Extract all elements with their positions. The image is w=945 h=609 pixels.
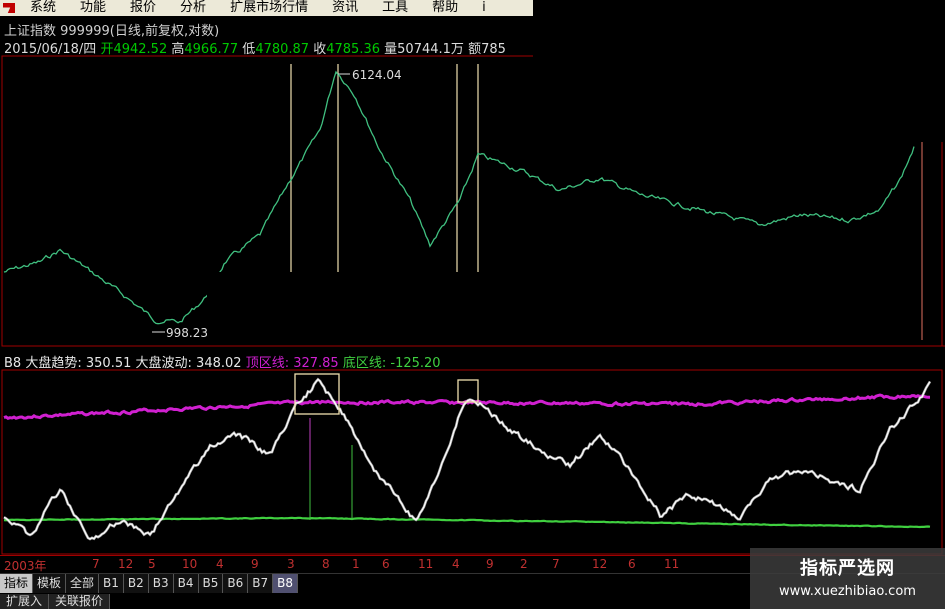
top-line-label: 顶区线:: [245, 356, 290, 371]
tab-B8[interactable]: B8: [273, 574, 299, 593]
date-tick-label: 12: [118, 557, 134, 571]
date-tick-label: 6: [628, 557, 636, 571]
tab-B5[interactable]: B5: [198, 574, 224, 593]
watermark-name: 指标严选网: [800, 558, 895, 579]
wave-label: 大盘波动:: [135, 356, 192, 371]
date-tick-label: 11: [418, 557, 434, 571]
tab-全部[interactable]: 全部: [66, 574, 100, 593]
tab-B3[interactable]: B3: [148, 574, 174, 593]
watermark-url: www.xuezhibiao.com: [779, 584, 916, 599]
tab-指标[interactable]: 指标: [0, 574, 34, 593]
bottom-tab-0[interactable]: 扩展入: [0, 594, 50, 609]
tab-B7[interactable]: B7: [248, 574, 274, 593]
date-tick-label: 5: [148, 557, 156, 571]
trough-price-label: 998.23: [166, 326, 208, 340]
bottom-tab-1[interactable]: 关联报价: [49, 594, 111, 609]
tab-B2[interactable]: B2: [123, 574, 149, 593]
date-tick-label: 11: [664, 557, 680, 571]
indicator-header: B8 大盘趋势: 350.51 大盘波动: 348.02 顶区线: 327.85…: [4, 352, 441, 371]
redaction-box-top: [533, 0, 945, 142]
date-tick-label: 12: [592, 557, 608, 571]
bottom-zone-line: [3, 516, 931, 529]
date-tick-label: 4: [452, 557, 460, 571]
tab-B4[interactable]: B4: [173, 574, 199, 593]
wave-value: 348.02: [196, 356, 242, 371]
peak-price-label: 6124.04: [352, 68, 402, 82]
top-line-value: 327.85: [293, 356, 339, 371]
redaction-box-middle: [207, 272, 737, 340]
date-tick-label: 7: [92, 557, 100, 571]
date-tick-label: 4: [216, 557, 224, 571]
tab-B1[interactable]: B1: [99, 574, 124, 593]
watermark: 指标严选网 www.xuezhibiao.com: [750, 548, 945, 609]
date-tick-label: 3: [287, 557, 295, 571]
trend-label: 大盘趋势:: [25, 356, 82, 371]
trend-value: 350.51: [85, 356, 132, 371]
date-tick-label: 2003年: [4, 559, 47, 573]
bottom-line-label: 底区线:: [342, 356, 387, 371]
tab-B6[interactable]: B6: [223, 574, 249, 593]
top-zone-line: [3, 393, 930, 420]
date-tick-label: 10: [182, 557, 198, 571]
date-tick-label: 2: [520, 557, 528, 571]
date-tick-label: 9: [251, 557, 259, 571]
bottom-line-value: -125.20: [390, 356, 441, 371]
indicator-name: B8: [4, 356, 22, 371]
tab-模板[interactable]: 模板: [33, 574, 67, 593]
date-tick-label: 6: [382, 557, 390, 571]
date-tick-label: 8: [322, 557, 330, 571]
top-signal-box: [457, 379, 479, 403]
date-tick-label: 9: [486, 557, 494, 571]
date-tick-label: 7: [552, 557, 560, 571]
date-tick-label: 1: [352, 557, 360, 571]
indicator-panel-frame: [1, 369, 943, 555]
